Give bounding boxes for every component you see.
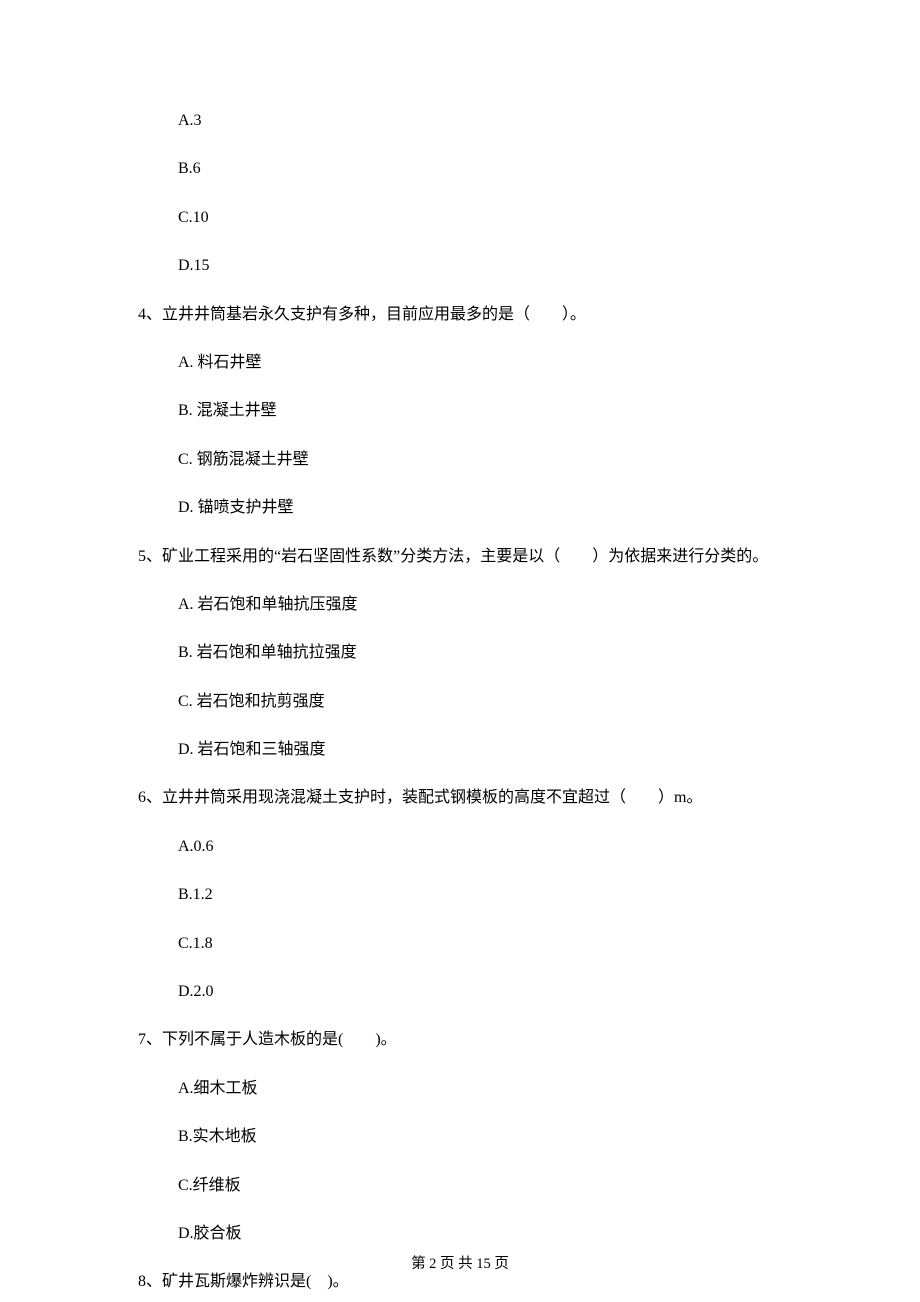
q5-option-a: A. 岩石饱和单轴抗压强度 (178, 594, 920, 616)
q3-option-a: A.3 (178, 110, 920, 132)
q5-text: 5、矿业工程采用的“岩石坚固性系数”分类方法，主要是以（ ）为依据来进行分类的。 (138, 546, 920, 568)
q5-option-c: C. 岩石饱和抗剪强度 (178, 691, 920, 713)
q4-option-c: C. 钢筋混凝土井壁 (178, 449, 920, 471)
q7-option-b: B.实木地板 (178, 1126, 920, 1148)
q6-option-c: C.1.8 (178, 933, 920, 955)
q6-option-a: A.0.6 (178, 836, 920, 858)
q3-option-b: B.6 (178, 158, 920, 180)
q6-text: 6、立井井筒采用现浇混凝土支护时，装配式钢模板的高度不宜超过（ ）m。 (138, 787, 920, 809)
page-content: A.3 B.6 C.10 D.15 4、立井井筒基岩永久支护有多种，目前应用最多… (0, 0, 920, 1302)
q7-option-d: D.胶合板 (178, 1223, 920, 1245)
q7-option-c: C.纤维板 (178, 1175, 920, 1197)
q5-option-d: D. 岩石饱和三轴强度 (178, 739, 920, 761)
q7-option-a: A.细木工板 (178, 1078, 920, 1100)
q4-option-a: A. 料石井壁 (178, 352, 920, 374)
q4-option-b: B. 混凝土井壁 (178, 400, 920, 422)
page-footer: 第 2 页 共 15 页 (0, 1254, 920, 1274)
q3-option-d: D.15 (178, 255, 920, 277)
q4-text: 4、立井井筒基岩永久支护有多种，目前应用最多的是（ ）。 (138, 304, 920, 326)
q5-option-b: B. 岩石饱和单轴抗拉强度 (178, 642, 920, 664)
q6-option-d: D.2.0 (178, 981, 920, 1003)
q4-option-d: D. 锚喷支护井壁 (178, 497, 920, 519)
q7-text: 7、下列不属于人造木板的是( )。 (138, 1029, 920, 1051)
q8-text: 8、矿井瓦斯爆炸辨识是( )。 (138, 1271, 920, 1293)
q3-option-c: C.10 (178, 207, 920, 229)
q6-option-b: B.1.2 (178, 884, 920, 906)
